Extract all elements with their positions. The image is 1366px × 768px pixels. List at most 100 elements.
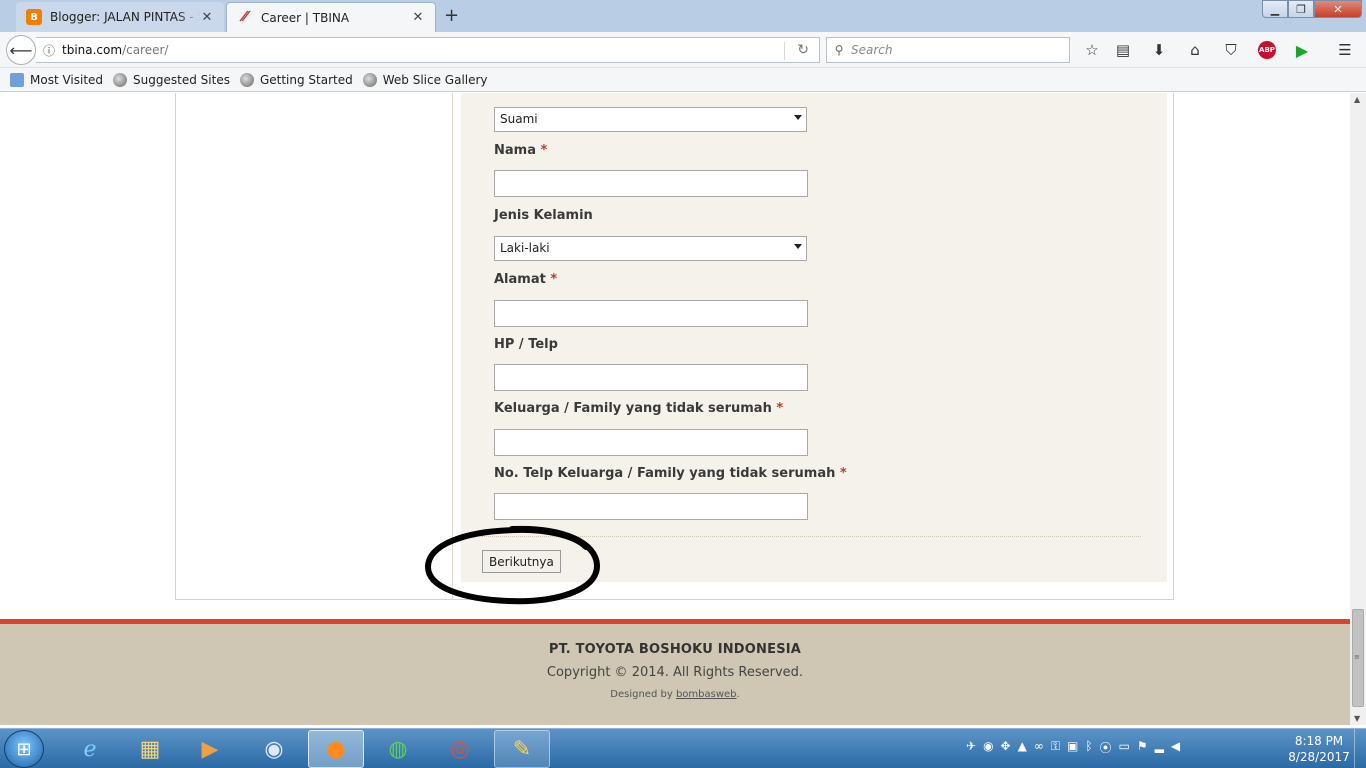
designer-link[interactable]: bombasweb — [676, 689, 737, 700]
scroll-grip-icon: ≡ — [1354, 653, 1360, 661]
required-marker: * — [550, 272, 558, 287]
tab-blogger[interactable]: B Blogger: JALAN PINTAS - Ser ✕ — [16, 2, 224, 32]
bookmark-getting-started[interactable]: Getting Started — [239, 72, 353, 87]
designed-by: Designed by bombasweb. — [610, 689, 740, 700]
required-marker: * — [839, 466, 847, 481]
no-telp-keluarga-input[interactable] — [494, 493, 808, 520]
minimize-button[interactable]: ▁ — [1262, 0, 1288, 18]
close-window-button[interactable]: ✕ — [1314, 0, 1362, 18]
scroll-up-icon[interactable]: ▲ — [1354, 95, 1360, 104]
tbina-icon: ⁄⁄ — [242, 10, 248, 25]
volume-icon[interactable]: ◀ — [1171, 739, 1180, 756]
url-bar[interactable]: ⓘ tbina.com/career/ ↻ — [36, 37, 820, 63]
pocket-icon[interactable]: ⛉ — [1220, 40, 1242, 60]
reload-icon[interactable]: ↻ — [797, 42, 809, 58]
left-column — [176, 93, 453, 599]
system-clock[interactable]: 8:18 PM 8/28/2017 — [1284, 733, 1354, 765]
signal-icon[interactable]: ▂ — [1155, 739, 1164, 756]
keluarga-label: Keluarga / Family yang tidak serumah * — [494, 401, 784, 416]
bookmark-star-icon[interactable]: ☆ — [1081, 40, 1103, 60]
globe-icon — [362, 72, 377, 87]
most-visited-icon — [10, 72, 24, 87]
disc-burner-icon[interactable]: ◉ — [246, 730, 302, 768]
tab-title: Blogger: JALAN PINTAS - Ser — [50, 10, 200, 24]
media-player-icon[interactable]: ▶ — [182, 730, 238, 768]
company-name: PT. TOYOTA BOSHOKU INDONESIA — [548, 642, 802, 657]
required-marker: * — [776, 401, 784, 416]
blogger-icon: B — [26, 9, 42, 25]
bookmark-most-visited[interactable]: Most Visited — [10, 72, 104, 87]
action-center-flag-icon[interactable]: ⚑ — [1137, 739, 1148, 756]
search-input[interactable]: ⚲ Search — [826, 37, 1070, 63]
tray-sync-icon[interactable]: ◉ — [983, 739, 993, 756]
paint-icon[interactable]: ✎ — [494, 730, 550, 768]
new-tab-icon[interactable]: + — [444, 5, 459, 26]
tray-network-icon[interactable]: ✥ — [1001, 739, 1011, 756]
windows-taskbar: ⊞ ℯ ▦ ▶ ◉ ● ◍ ◎ ✎ ✈ ◉ ✥ ▲ ∞ ⚿ ▣ ᛒ ⦿ ▭ ⚑ … — [0, 728, 1366, 768]
nama-label: Nama * — [494, 143, 548, 158]
navigation-toolbar: ⟵ ⓘ tbina.com/career/ ↻ ⚲ Search ☆ ▤ ⬇ ⌂… — [0, 32, 1366, 68]
hp-telp-label: HP / Telp — [494, 337, 558, 352]
play-icon[interactable]: ▶ — [1291, 40, 1313, 60]
start-button[interactable]: ⊞ — [4, 730, 44, 768]
info-icon[interactable]: ⓘ — [36, 42, 62, 59]
alamat-label: Alamat * — [494, 272, 558, 287]
show-desktop-button[interactable] — [1354, 729, 1366, 768]
relation-select[interactable]: Suami — [494, 107, 807, 132]
tab-bar: B Blogger: JALAN PINTAS - Ser ✕ ⁄⁄ Caree… — [0, 0, 1366, 32]
close-tab-icon[interactable]: ✕ — [411, 10, 425, 25]
clock-date: 8/28/2017 — [1288, 750, 1350, 764]
tab-career[interactable]: ⁄⁄ Career | TBINA ✕ — [226, 2, 436, 32]
bookmark-label: Most Visited — [30, 72, 104, 87]
clock-time: 8:18 PM — [1294, 734, 1344, 748]
bookmark-label: Web Slice Gallery — [382, 72, 488, 87]
url-separator — [784, 42, 785, 60]
bluetooth-icon[interactable]: ᛒ — [1085, 739, 1092, 756]
bookmarks-toolbar: Most Visited Suggested Sites Getting Sta… — [0, 68, 1366, 92]
jenis-kelamin-label: Jenis Kelamin — [494, 208, 593, 223]
bookmark-label: Getting Started — [259, 72, 353, 87]
tray-link-icon[interactable]: ∞ — [1034, 739, 1044, 756]
alamat-input[interactable] — [494, 300, 808, 327]
maximize-button[interactable]: ❐ — [1288, 0, 1314, 18]
scroll-down-icon[interactable]: ▼ — [1354, 714, 1360, 723]
firefox-icon[interactable]: ● — [308, 730, 364, 768]
wireless-icon[interactable]: ⦿ — [1100, 739, 1112, 756]
reading-list-icon[interactable]: ▤ — [1112, 40, 1134, 60]
file-explorer-icon[interactable]: ▦ — [122, 730, 178, 768]
globe-icon — [239, 72, 254, 87]
url-host: tbina.com — [62, 43, 123, 57]
nama-input[interactable] — [494, 170, 808, 197]
page-scrollbar[interactable]: ▲ ≡ ▼ — [1350, 93, 1366, 725]
bookmark-web-slice-gallery[interactable]: Web Slice Gallery — [362, 72, 488, 87]
dropdown-arrow-icon — [794, 244, 802, 249]
download-icon[interactable]: ⬇ — [1148, 40, 1170, 60]
adblock-icon[interactable]: ABP — [1258, 41, 1276, 59]
search-icon: ⚲ — [834, 43, 844, 57]
site-footer: PT. TOYOTA BOSHOKU INDONESIA Copyright ©… — [0, 619, 1350, 725]
no-telp-keluarga-label: No. Telp Keluarga / Family yang tidak se… — [494, 466, 847, 481]
relation-select-value: Suami — [500, 112, 538, 126]
home-icon[interactable]: ⌂ — [1184, 40, 1206, 60]
globe-icon — [113, 72, 128, 87]
internet-explorer-icon[interactable]: ℯ — [62, 730, 118, 768]
tray-drive-icon[interactable]: ▭ — [1119, 739, 1130, 756]
keluarga-input[interactable] — [494, 429, 808, 456]
hand-drawn-circle-annotation — [424, 525, 600, 605]
tray-usb-icon[interactable]: ⚿ — [1051, 739, 1060, 756]
chrome-icon[interactable]: ◎ — [432, 730, 488, 768]
tray-warning-icon[interactable]: ▲ — [1018, 739, 1027, 756]
bookmark-suggested-sites[interactable]: Suggested Sites — [113, 72, 230, 87]
system-tray: ✈ ◉ ✥ ▲ ∞ ⚿ ▣ ᛒ ⦿ ▭ ⚑ ▂ ◀ — [966, 739, 1180, 756]
career-form: Suami Nama * Jenis Kelamin Laki-laki Ala… — [461, 93, 1167, 582]
media-center-icon[interactable]: ◍ — [370, 730, 426, 768]
copyright-text: Copyright © 2014. All Rights Reserved. — [546, 665, 804, 680]
close-tab-icon[interactable]: ✕ — [200, 10, 214, 25]
menu-icon[interactable]: ☰ — [1334, 40, 1356, 60]
jenis-kelamin-select[interactable]: Laki-laki — [494, 236, 807, 261]
tray-app-icon[interactable]: ▣ — [1067, 739, 1078, 756]
hp-telp-input[interactable] — [494, 364, 808, 391]
back-button[interactable]: ⟵ — [6, 35, 36, 65]
tray-app-icon[interactable]: ✈ — [966, 739, 976, 756]
required-marker: * — [540, 143, 548, 158]
